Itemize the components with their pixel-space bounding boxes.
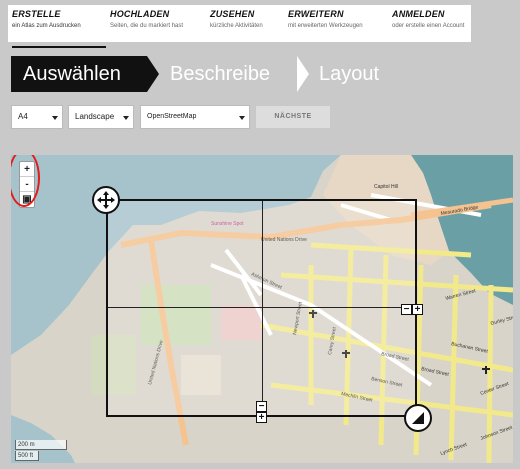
chevron-down-icon bbox=[52, 116, 58, 120]
nav-create-title: ERSTELLE bbox=[12, 9, 61, 19]
add-row-button[interactable]: + bbox=[256, 412, 267, 423]
print-area-frame[interactable] bbox=[106, 199, 417, 417]
map-label-lynch: Lynch Street bbox=[440, 441, 469, 456]
map-label-johnson: Johnson Street bbox=[480, 425, 513, 442]
step-select[interactable]: Auswählen bbox=[11, 56, 147, 92]
next-button[interactable]: NÄCHSTE bbox=[255, 105, 331, 129]
map-label-broad2: Broad Street bbox=[421, 366, 450, 378]
map-label-center: Center Street bbox=[480, 381, 511, 397]
scale-bar-metric: 200 m bbox=[15, 440, 67, 450]
nav-watch-title: ZUSEHEN bbox=[210, 9, 255, 19]
nav-login[interactable]: ANMELDEN oder erstelle einen Account bbox=[388, 5, 471, 42]
nav-login-subtitle: oder erstelle einen Account bbox=[392, 23, 465, 29]
nav-watch[interactable]: ZUSEHEN kürzliche Aktivitäten bbox=[206, 5, 284, 42]
remove-row-button[interactable]: − bbox=[256, 401, 267, 412]
nav-extend[interactable]: ERWEITERN mit erweiterten Werkzeugen bbox=[284, 5, 388, 42]
provider-select[interactable]: OpenStreetMap bbox=[140, 105, 250, 129]
chevron-down-icon bbox=[123, 116, 129, 120]
nav-extend-subtitle: mit erweiterten Werkzeugen bbox=[288, 23, 363, 29]
resize-handle-icon[interactable] bbox=[404, 404, 432, 432]
nav-watch-subtitle: kürzliche Aktivitäten bbox=[210, 23, 263, 29]
map-label-warren: Warren Street bbox=[445, 288, 477, 302]
nav-extend-title: ERWEITERN bbox=[288, 9, 344, 19]
move-handle-icon[interactable] bbox=[92, 186, 120, 214]
remove-column-button[interactable]: − bbox=[401, 304, 412, 315]
map-view[interactable]: United Nations Drive United Nations Driv… bbox=[11, 155, 513, 463]
step-describe[interactable]: Beschreibe bbox=[170, 56, 270, 92]
top-navigation: ERSTELLE ein Atlas zum Ausdrucken HOCHLA… bbox=[8, 5, 471, 48]
map-label-capitol: Capitol Hill bbox=[374, 184, 398, 190]
frame-horizontal-guide bbox=[108, 307, 415, 308]
nav-login-title: ANMELDEN bbox=[392, 9, 445, 19]
step-select-arrow bbox=[147, 56, 159, 92]
nav-create-subtitle: ein Atlas zum Ausdrucken bbox=[12, 23, 81, 29]
map-label-gurley: Gurley Street bbox=[490, 313, 513, 327]
chevron-down-icon bbox=[239, 116, 245, 120]
orientation-value: Landscape bbox=[75, 112, 115, 121]
nav-create[interactable]: ERSTELLE ein Atlas zum Ausdrucken bbox=[8, 5, 106, 48]
paper-size-select[interactable]: A4 bbox=[11, 105, 63, 129]
step-chevron-icon bbox=[297, 56, 309, 92]
orientation-select[interactable]: Landscape bbox=[68, 105, 134, 129]
add-column-button[interactable]: + bbox=[412, 304, 423, 315]
step-layout[interactable]: Layout bbox=[319, 56, 379, 92]
paper-size-value: A4 bbox=[18, 112, 28, 121]
provider-value: OpenStreetMap bbox=[147, 113, 197, 120]
scale-bar-imperial: 500 ft bbox=[15, 451, 39, 461]
nav-upload-subtitle: Seiten, die du markiert hast bbox=[110, 23, 184, 29]
frame-vertical-guide bbox=[262, 201, 263, 415]
nav-upload[interactable]: HOCHLADEN Seiten, die du markiert hast bbox=[106, 5, 206, 42]
nav-upload-title: HOCHLADEN bbox=[110, 9, 170, 19]
